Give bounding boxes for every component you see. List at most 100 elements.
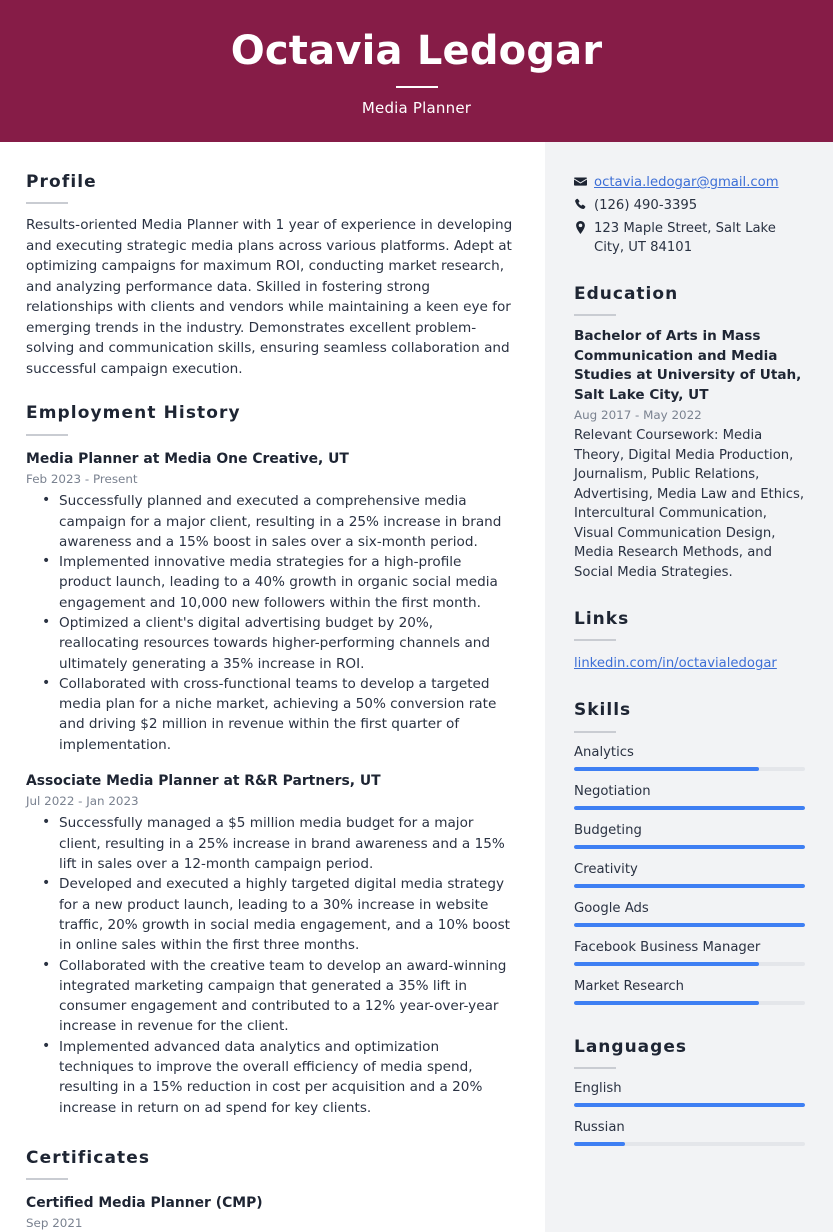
employment-entry: Associate Media Planner at R&R Partners,… xyxy=(26,772,517,1118)
language-level-fill xyxy=(574,1103,805,1108)
employment-bullet: Successfully managed a $5 million media … xyxy=(42,812,517,874)
phone-icon xyxy=(574,196,594,211)
employment-bullet: Implemented innovative media strategies … xyxy=(42,551,517,613)
skill-label: Budgeting xyxy=(574,822,642,838)
section-employment-history: Employment History Media Planner at Medi… xyxy=(26,403,517,1118)
skill-level-fill xyxy=(574,961,759,966)
section-languages: Languages English Russian xyxy=(574,1036,805,1147)
section-rule xyxy=(574,639,616,642)
skill-label: Market Research xyxy=(574,978,685,994)
employment-title: Media Planner at Media One Creative, UT xyxy=(26,450,349,467)
section-heading-languages: Languages xyxy=(574,1036,687,1057)
skill-item: Creativity xyxy=(574,861,805,888)
resume-body: Profile Results-oriented Media Planner w… xyxy=(0,142,833,1232)
skill-level-bar xyxy=(574,805,805,810)
employment-bullet: Implemented advanced data analytics and … xyxy=(42,1036,517,1118)
contact-phone: (126) 490-3395 xyxy=(594,198,698,213)
section-rule xyxy=(26,202,68,205)
employment-date: Jul 2022 - Jan 2023 xyxy=(26,793,139,808)
skill-level-fill xyxy=(574,844,805,849)
skill-item: Market Research xyxy=(574,978,805,1005)
skill-label: Creativity xyxy=(574,861,638,877)
contact-email-link[interactable]: octavia.ledogar@gmail.com xyxy=(594,173,779,192)
skill-item: Negotiation xyxy=(574,783,805,810)
section-heading-skills: Skills xyxy=(574,700,632,721)
contact-row: (126) 490-3395 xyxy=(574,196,805,215)
education-description: Relevant Coursework: Media Theory, Digit… xyxy=(574,428,805,580)
sidebar-link[interactable]: linkedin.com/in/octavialedogar xyxy=(574,654,777,673)
section-education: Education Bachelor of Arts in Mass Commu… xyxy=(574,284,805,582)
skill-item: Facebook Business Manager xyxy=(574,939,805,966)
section-certificates: Certificates Certified Media Planner (CM… xyxy=(26,1148,517,1232)
skill-level-bar xyxy=(574,922,805,927)
header-divider xyxy=(395,86,438,88)
skill-level-fill xyxy=(574,922,805,927)
languages-list: English Russian xyxy=(574,1080,805,1147)
candidate-job-title: Media Planner xyxy=(361,99,472,117)
employment-bullet: Successfully planned and executed a comp… xyxy=(42,490,517,552)
certificate-entry: Certified Media Planner (CMP) Sep 2021 xyxy=(26,1194,517,1231)
skill-level-bar xyxy=(574,1000,805,1005)
section-profile: Profile Results-oriented Media Planner w… xyxy=(26,172,517,379)
employment-bullets: Successfully managed a $5 million media … xyxy=(26,812,517,1118)
envelope-icon xyxy=(574,173,594,188)
employment-list: Media Planner at Media One Creative, UT F… xyxy=(26,450,517,1118)
skill-label: Google Ads xyxy=(574,900,649,916)
section-rule xyxy=(26,1178,68,1181)
skill-level-bar xyxy=(574,766,805,771)
skill-item: Analytics xyxy=(574,744,805,771)
section-rule xyxy=(574,1067,616,1070)
contact-address: 123 Maple Street, Salt Lake City, UT 841… xyxy=(594,221,776,255)
links-list: linkedin.com/in/octavialedogar xyxy=(574,652,805,673)
education-date: Aug 2017 - May 2022 xyxy=(574,408,702,423)
skills-list: Analytics Negotiation Budgeting Creativity G… xyxy=(574,744,805,1005)
skill-label: Facebook Business Manager xyxy=(574,939,761,955)
section-skills: Skills Analytics Negotiation Budgeting Crea… xyxy=(574,700,805,1005)
section-rule xyxy=(574,314,616,317)
employment-bullet: Optimized a client's digital advertising… xyxy=(42,612,517,674)
skill-label: Negotiation xyxy=(574,783,651,799)
skill-item: Google Ads xyxy=(574,900,805,927)
language-level-bar xyxy=(574,1103,805,1108)
skill-level-bar xyxy=(574,844,805,849)
skill-level-fill xyxy=(574,766,759,771)
skill-level-bar xyxy=(574,961,805,966)
employment-bullets: Successfully planned and executed a comp… xyxy=(26,490,517,755)
language-level-bar xyxy=(574,1142,805,1147)
skill-label: Analytics xyxy=(574,744,634,760)
employment-bullet: Collaborated with the creative team to d… xyxy=(42,955,517,1037)
certificate-date: Sep 2021 xyxy=(26,1216,83,1231)
language-label: English xyxy=(574,1081,622,1097)
main-column: Profile Results-oriented Media Planner w… xyxy=(0,142,545,1232)
language-item: English xyxy=(574,1080,805,1108)
section-heading-profile: Profile xyxy=(26,172,97,192)
section-heading-employment: Employment History xyxy=(26,403,241,424)
certificates-list: Certified Media Planner (CMP) Sep 2021 xyxy=(26,1194,517,1231)
location-pin-icon xyxy=(574,219,594,234)
language-label: Russian xyxy=(574,1120,625,1136)
employment-entry: Media Planner at Media One Creative, UT F… xyxy=(26,450,517,755)
sidebar-column: octavia.ledogar@gmail.com (126) 490-3395 1… xyxy=(545,142,833,1232)
employment-bullet: Developed and executed a highly targeted… xyxy=(42,873,517,955)
skill-level-fill xyxy=(574,805,805,810)
profile-text: Results-oriented Media Planner with 1 ye… xyxy=(26,217,513,377)
education-degree: Bachelor of Arts in Mass Communication a… xyxy=(574,328,802,403)
skill-level-bar xyxy=(574,883,805,888)
employment-bullet: Collaborated with cross-functional teams… xyxy=(42,673,517,755)
section-heading-links: Links xyxy=(574,609,630,630)
certificate-title: Certified Media Planner (CMP) xyxy=(26,1195,263,1212)
section-heading-certificates: Certificates xyxy=(26,1147,151,1168)
contact-row: 123 Maple Street, Salt Lake City, UT 841… xyxy=(574,219,805,257)
resume-header: Octavia Ledogar Media Planner xyxy=(0,0,833,142)
language-item: Russian xyxy=(574,1119,805,1147)
language-level-fill xyxy=(574,1142,625,1147)
skill-item: Budgeting xyxy=(574,822,805,849)
candidate-name: Octavia Ledogar xyxy=(230,28,603,74)
employment-date: Feb 2023 - Present xyxy=(26,471,138,486)
contact-details: octavia.ledogar@gmail.com (126) 490-3395 1… xyxy=(574,173,805,257)
skill-level-fill xyxy=(574,883,805,888)
section-links: Links linkedin.com/in/octavialedogar xyxy=(574,609,805,673)
contact-row: octavia.ledogar@gmail.com xyxy=(574,173,805,192)
employment-title: Associate Media Planner at R&R Partners,… xyxy=(26,773,381,790)
section-rule xyxy=(574,730,616,733)
